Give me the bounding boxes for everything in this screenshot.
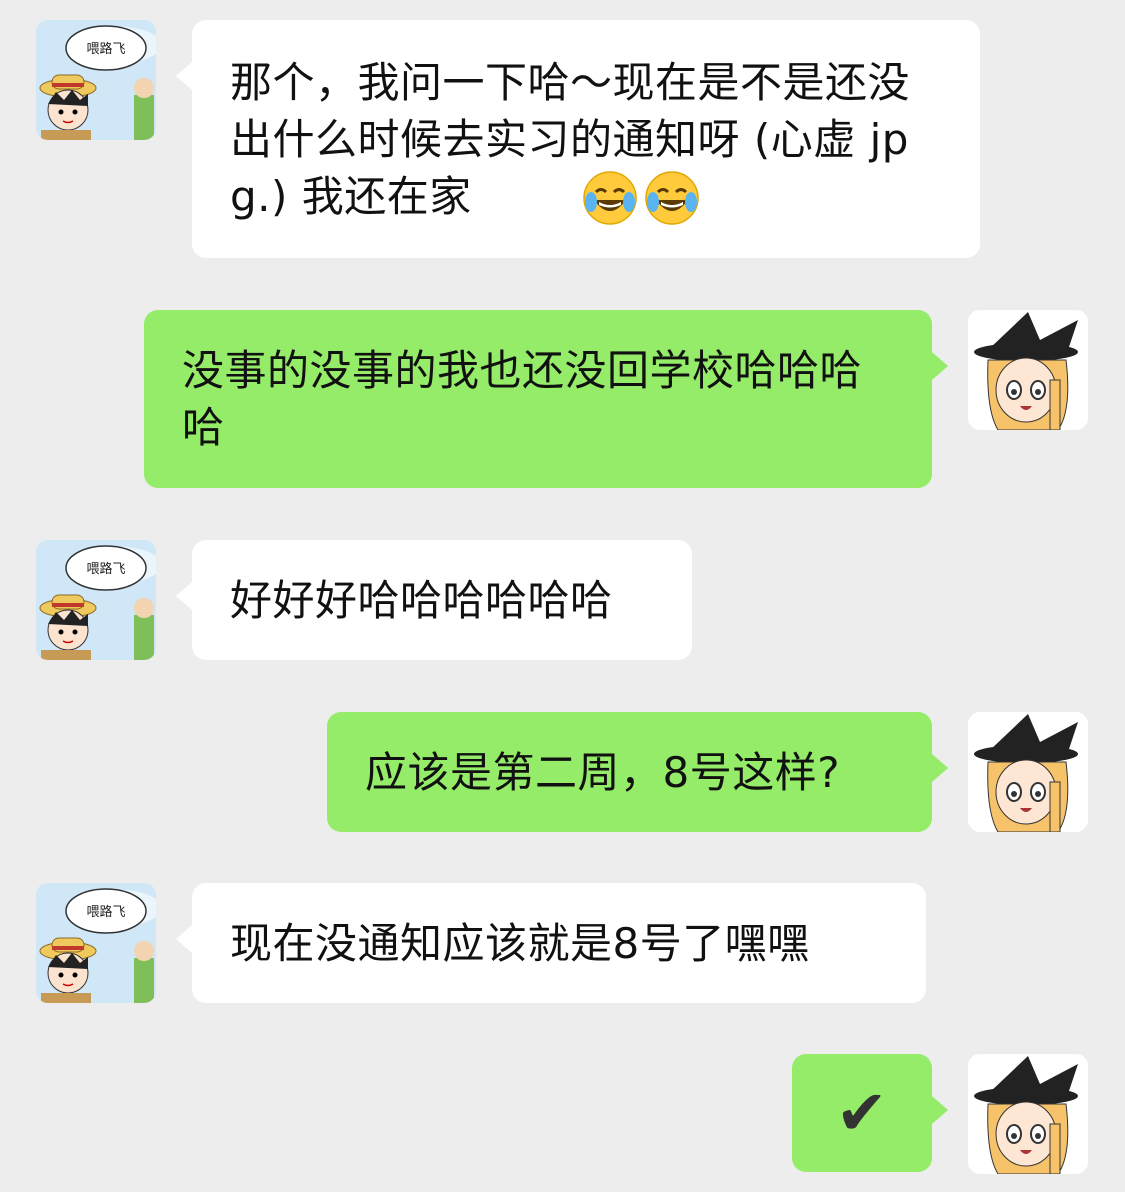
contact-avatar[interactable]: 喂路飞 <box>36 20 156 140</box>
avatar-caption: 喂路飞 <box>86 41 125 57</box>
message-text: 应该是第二周，8号这样? <box>365 748 841 797</box>
contact-avatar[interactable]: 喂路飞 <box>36 540 156 660</box>
avatar-caption: 喂路飞 <box>86 561 125 577</box>
message-bubble[interactable]: ✔ <box>792 1054 948 1172</box>
check-mark-icon: ✔ <box>835 1076 889 1149</box>
message-bubble[interactable]: 现在没通知应该就是8号了嘿嘿 <box>176 883 926 1003</box>
face-with-tears-of-joy-icon <box>582 170 638 226</box>
message-bubble[interactable]: 那个，我问一下哈～现在是不是还没出什么时候去实习的通知呀 (心虚 jpg.) 我… <box>176 20 980 258</box>
message-bubble[interactable]: 好好好哈哈哈哈哈哈 <box>176 540 692 660</box>
contact-avatar[interactable]: 喂路飞 <box>36 883 156 1003</box>
message-bubble[interactable]: 没事的没事的我也还没回学校哈哈哈哈 <box>144 310 948 488</box>
my-avatar[interactable] <box>968 310 1088 430</box>
avatar-caption: 喂路飞 <box>86 904 125 920</box>
my-avatar[interactable] <box>968 712 1088 832</box>
my-avatar[interactable] <box>968 1054 1088 1174</box>
message-bubble[interactable]: 应该是第二周，8号这样? <box>327 712 948 832</box>
message-text: 好好好哈哈哈哈哈哈 <box>230 576 613 625</box>
face-with-tears-of-joy-icon <box>644 170 700 226</box>
message-text: 没事的没事的我也还没回学校哈哈哈哈 <box>182 346 863 452</box>
message-text: 现在没通知应该就是8号了嘿嘿 <box>230 919 810 968</box>
